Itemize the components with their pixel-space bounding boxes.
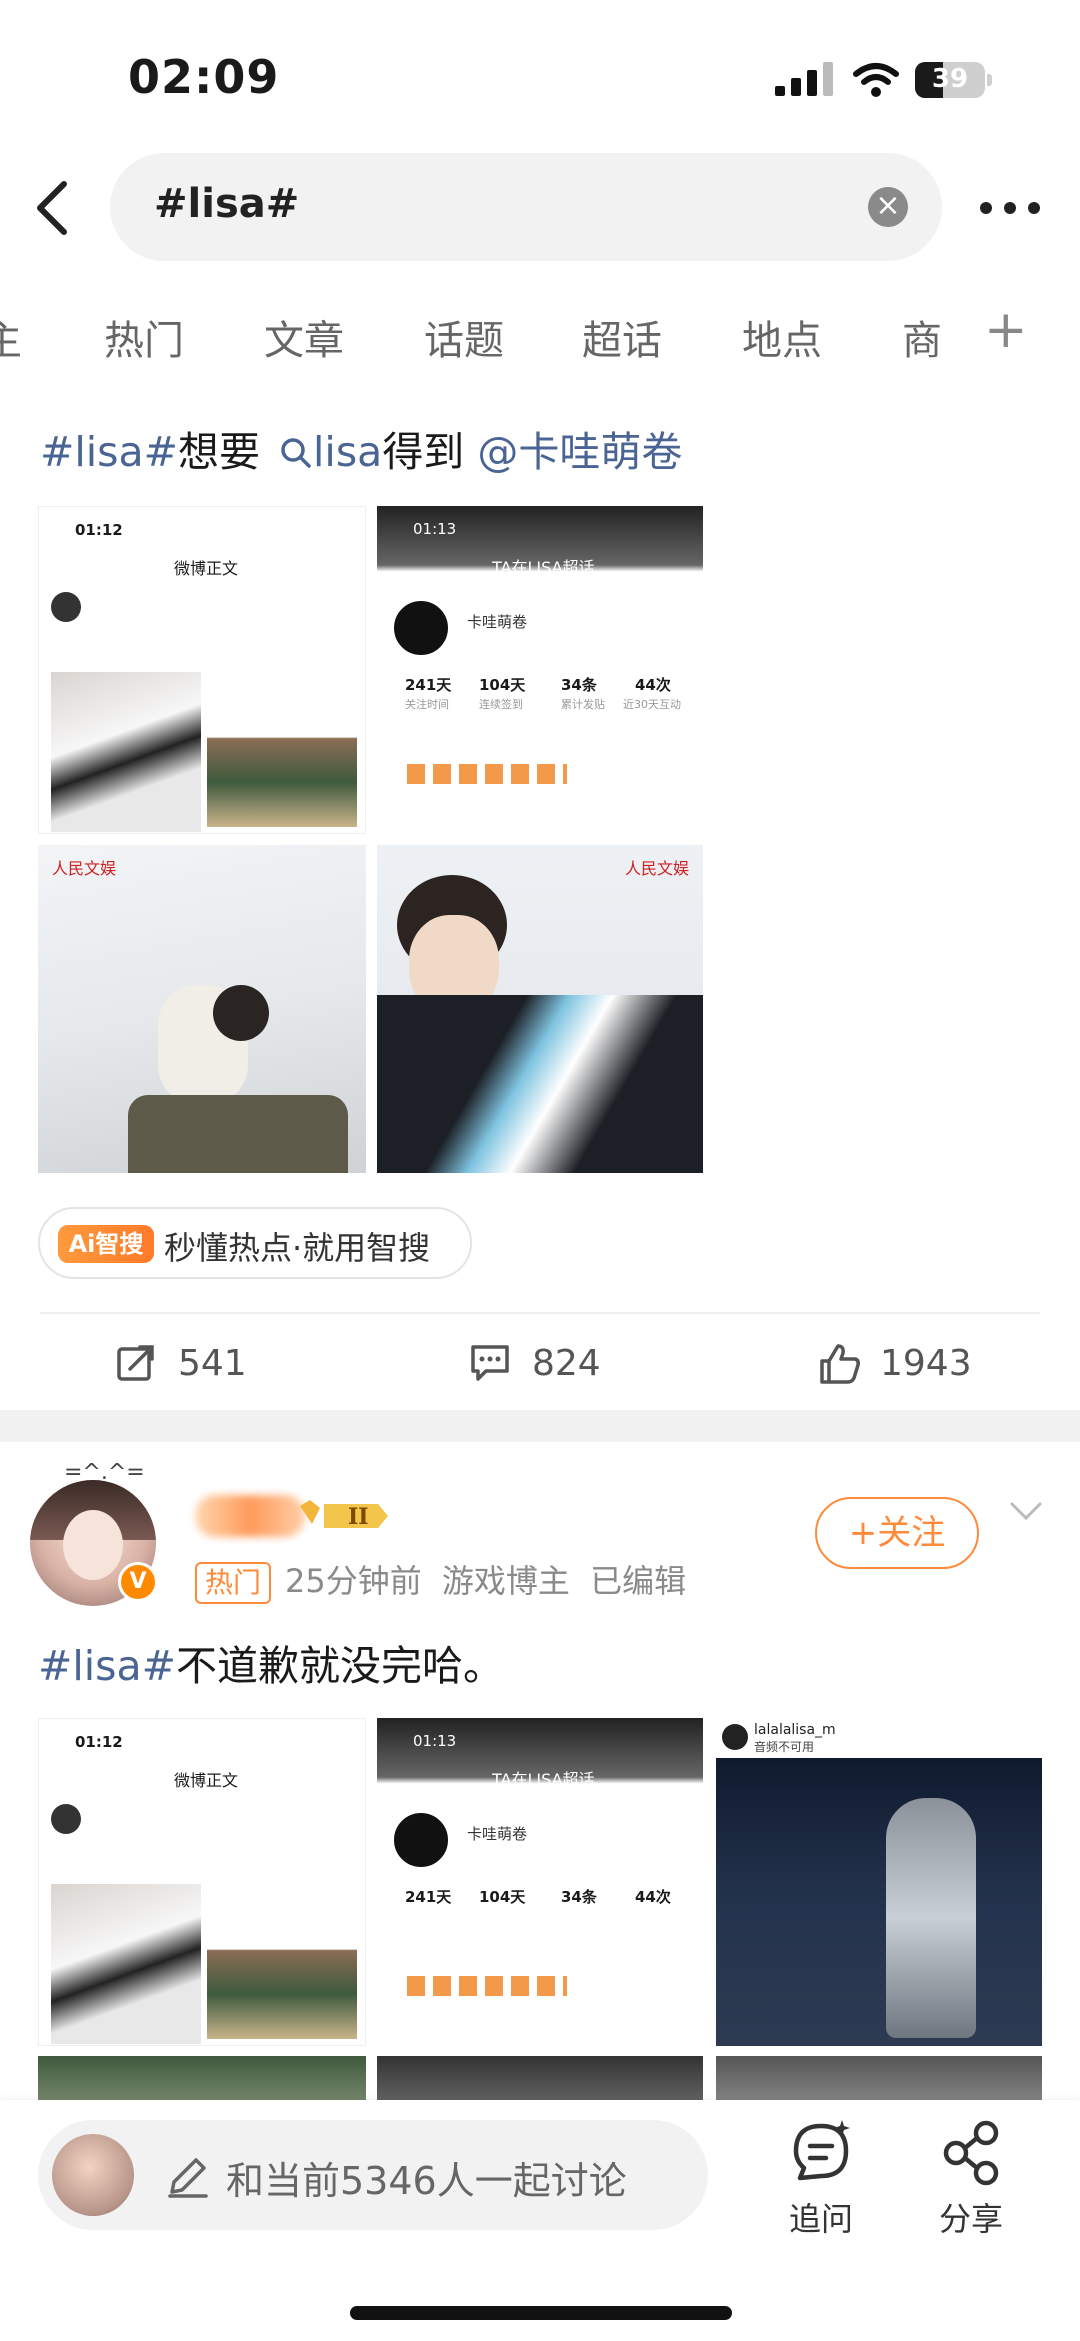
share-label: 分享 — [938, 2200, 1003, 2238]
battery-indicator: 39 — [915, 60, 993, 100]
divider — [40, 1312, 1040, 1314]
tab-supertopic[interactable]: 超话 — [582, 308, 662, 366]
wifi-icon — [853, 63, 899, 97]
post-separator — [0, 1410, 1080, 1442]
topic-link[interactable]: #lisa# — [40, 428, 178, 476]
tab-places[interactable]: 地点 — [742, 308, 822, 366]
discussion-placeholder: 和当前5346人一起讨论 — [226, 2159, 627, 2203]
tab-hot[interactable]: 热门 — [104, 308, 184, 366]
bottom-bar: 和当前5346人一起讨论 追问 分享 — [0, 2100, 1080, 2341]
post2-image-4[interactable] — [38, 2056, 366, 2106]
username-blurred[interactable] — [195, 1495, 305, 1537]
more-options-icon[interactable] — [978, 196, 1042, 220]
share-button[interactable]: 分享 — [916, 2118, 1026, 2248]
post1-text: #lisa#想要 lisa得到 @卡哇萌卷 — [40, 428, 683, 476]
post2-image-2[interactable]: 01:13 TA在LISA超话 卡哇萌卷 241天 104天 34条 44次 — [377, 1718, 703, 2046]
post1-image-3[interactable]: 人民文娱 — [38, 845, 366, 1173]
status-time: 02:09 — [128, 50, 280, 104]
tab-topics[interactable]: 话题 — [424, 308, 504, 366]
tab-bar: 主 热门 文章 话题 超话 地点 商 + — [0, 300, 1080, 370]
post1-image-4[interactable]: 人民文娱 — [377, 845, 703, 1173]
search-input[interactable]: #lisa# × — [110, 153, 942, 261]
tab-main[interactable]: 主 — [0, 308, 22, 366]
cellular-signal-icon — [775, 62, 833, 96]
tab-articles[interactable]: 文章 — [264, 308, 344, 366]
search-link[interactable]: lisa — [313, 428, 382, 476]
member-level-badge-icon: II — [300, 1500, 388, 1530]
repost-button[interactable]: 541 — [116, 1335, 256, 1395]
status-bar: 02:09 39 — [0, 0, 1080, 150]
like-button[interactable]: 1943 — [818, 1335, 988, 1395]
comment-icon — [471, 1345, 509, 1381]
back-icon[interactable] — [28, 178, 78, 238]
ask-icon — [793, 2120, 850, 2181]
post-meta: 热门 25分钟前 游戏博主 已编辑 — [195, 1556, 686, 1604]
ai-search-text: 秒懂热点·就用智搜 — [164, 1229, 431, 1267]
post2-image-6[interactable] — [716, 2056, 1042, 2106]
discussion-input[interactable]: 和当前5346人一起讨论 — [38, 2120, 708, 2230]
tab-shop[interactable]: 商 — [902, 308, 942, 366]
repost-count: 541 — [178, 1343, 247, 1384]
post1-image-1[interactable]: 01:12 微博正文 — [38, 506, 366, 834]
follow-button[interactable]: +关注 — [815, 1497, 979, 1569]
user-avatar — [52, 2134, 134, 2216]
hot-tag: 热门 — [195, 1562, 272, 1604]
like-count: 1943 — [880, 1343, 972, 1384]
comment-button[interactable]: 824 — [470, 1335, 610, 1395]
repost-icon — [117, 1345, 154, 1381]
search-query: #lisa# — [154, 181, 300, 227]
post2-text: #lisa#不道歉就没完哈。 — [38, 1642, 504, 1690]
ask-button[interactable]: 追问 — [766, 2118, 876, 2248]
mention-link[interactable]: @卡哇萌卷 — [477, 428, 682, 476]
post2-image-1[interactable]: 01:12 微博正文 — [38, 1718, 366, 2046]
topic-link[interactable]: #lisa# — [38, 1642, 176, 1690]
svg-text:II: II — [348, 1504, 369, 1530]
clear-icon[interactable]: × — [868, 187, 908, 227]
edited-label: 已编辑 — [590, 1562, 687, 1600]
post1-image-2[interactable]: 01:13 TA在LISA超话 卡哇萌卷 241天 104天 34条 44次 关… — [377, 506, 703, 834]
post2-image-3[interactable]: lalalalisa_m 音频不可用 — [716, 1718, 1042, 2046]
ask-label: 追问 — [788, 2200, 853, 2238]
pen-icon — [168, 2158, 208, 2198]
comment-count: 824 — [532, 1343, 601, 1384]
post-time: 25分钟前 — [285, 1562, 422, 1600]
home-indicator — [350, 2306, 732, 2320]
share-icon — [943, 2120, 999, 2186]
post2-image-5[interactable] — [377, 2056, 703, 2106]
ai-search-badge: Ai智搜 — [58, 1225, 154, 1263]
add-tab-icon[interactable]: + — [984, 300, 1028, 360]
verified-badge-icon: V — [118, 1562, 158, 1602]
author-role: 游戏博主 — [441, 1562, 570, 1600]
like-icon — [820, 1344, 860, 1384]
chevron-down-icon[interactable] — [1008, 1500, 1044, 1524]
battery-percent: 39 — [931, 64, 969, 94]
search-link-icon — [281, 438, 311, 468]
ai-search-pill[interactable]: Ai智搜 秒懂热点·就用智搜 — [38, 1207, 472, 1279]
